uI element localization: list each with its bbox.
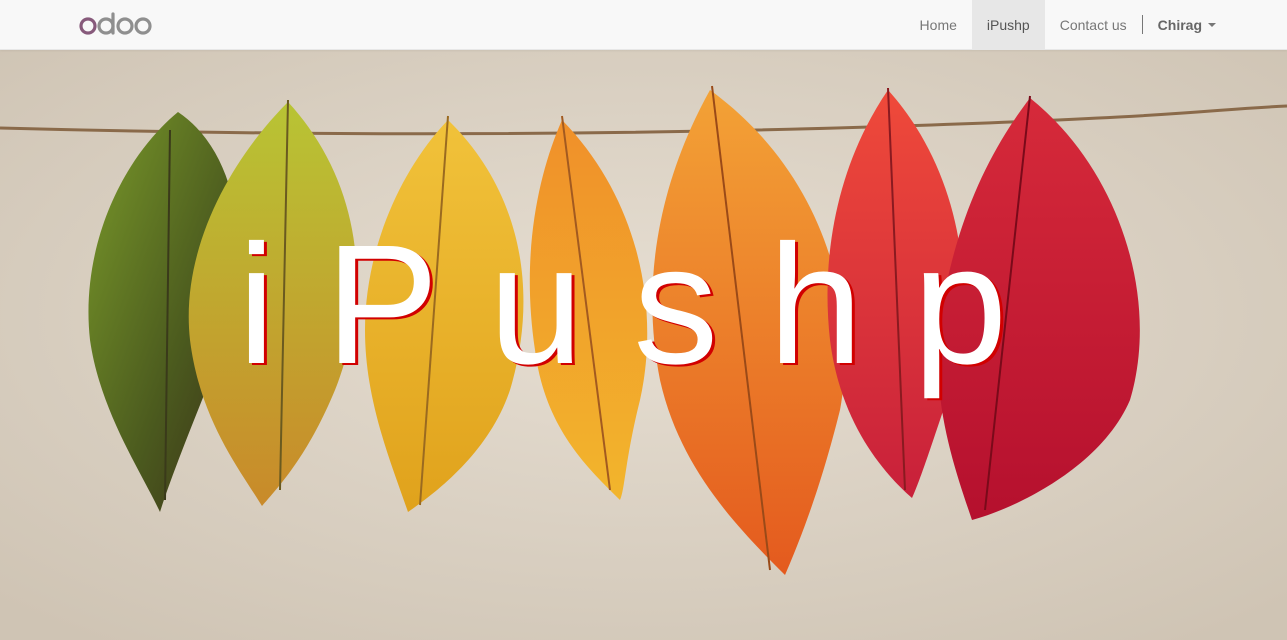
hero-banner: iPushp [0,50,1287,640]
user-name: Chirag [1157,16,1202,33]
hero-title: iPushp [237,210,1058,400]
odoo-logo[interactable] [78,12,154,36]
caret-down-icon [1208,22,1216,27]
nav-item-home[interactable]: Home [905,0,972,49]
nav-item-contact-us[interactable]: Contact us [1045,0,1142,49]
nav-item-ipushp[interactable]: iPushp [971,0,1045,49]
main-nav: Home iPushp Contact us Chirag [905,0,1231,49]
user-menu[interactable]: Chirag [1143,0,1231,49]
top-navbar: Home iPushp Contact us Chirag [0,0,1287,50]
